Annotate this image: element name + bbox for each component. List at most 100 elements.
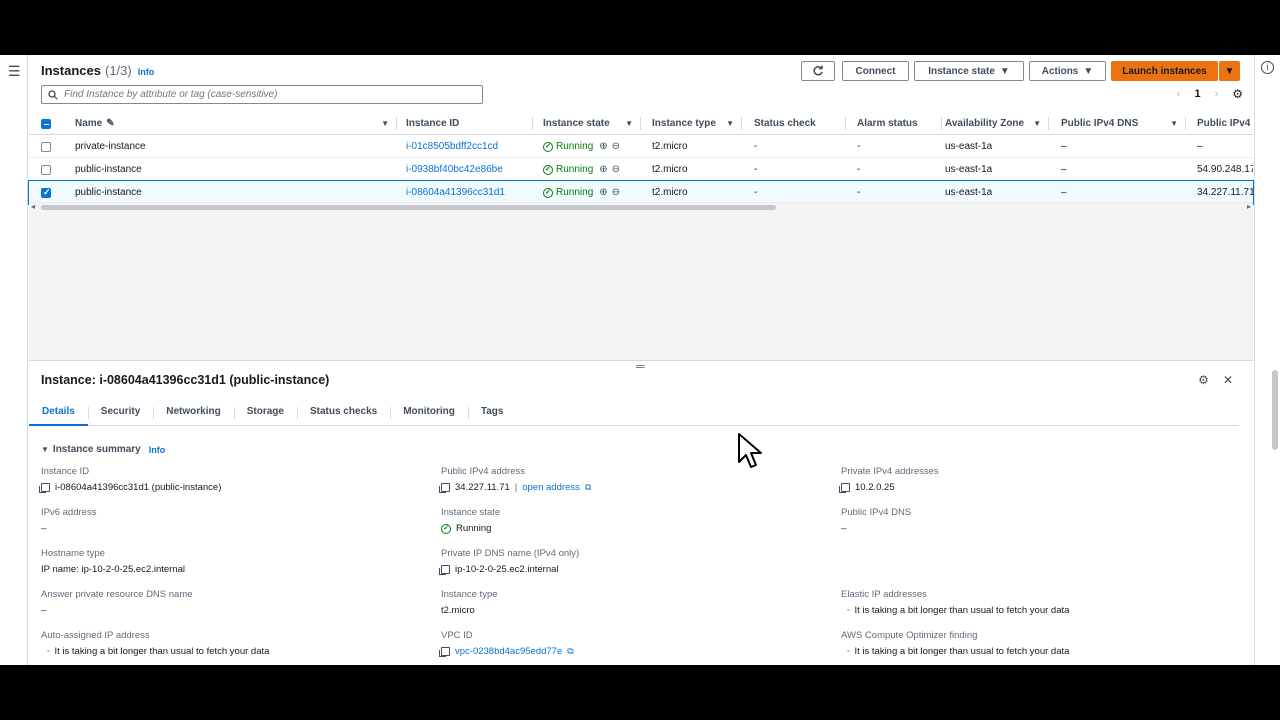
instance-summary-header[interactable]: ▼ Instance summary Info [41,444,165,455]
col-status-label: Status check [754,118,816,129]
copy-icon[interactable] [439,647,450,657]
sort-down-icon[interactable]: ▼ [1170,119,1178,128]
instances-title: Instances [41,63,101,78]
horizontal-scrollbar[interactable]: ◂ ▸ [29,202,1253,212]
zoom-out-icon[interactable]: ⊖ [612,187,620,198]
col-public-dns[interactable]: Public IPv4 DNS ▼ [1061,112,1186,135]
field-hostname-type: Hostname type IP name: ip-10-2-0-25.ec2.… [41,548,185,575]
instance-id-link[interactable]: i-01c8505bdff2cc1cd [406,135,533,158]
col-name[interactable]: Name ✎ ▼ [75,112,397,135]
table-row-selected[interactable]: public-instance i-08604a41396cc31d1 ✓Run… [28,180,1254,205]
zoom-in-icon[interactable]: ⊕ [599,141,607,152]
public-ipv4: – [1197,141,1203,152]
col-state-label: Instance state [543,118,610,129]
row-checkbox[interactable] [41,141,51,152]
scrollbar-thumb[interactable] [41,205,776,210]
search-input[interactable] [64,89,464,100]
field-value: 10.2.0.25 [855,482,895,493]
field-label: Elastic IP addresses [841,589,927,600]
caret-down-icon: ▼ [999,65,1010,77]
connect-button[interactable]: Connect [842,61,909,81]
gear-icon[interactable]: ⚙ [1198,373,1209,387]
field-value: It is taking a bit longer than usual to … [854,605,1070,616]
field-label: Instance state [441,507,501,518]
sort-down-icon[interactable]: ▼ [1033,119,1041,128]
info-link[interactable]: Info [138,67,155,77]
instance-id-link[interactable]: i-0938bf40bc42e86be [406,158,533,181]
col-public-ipv4[interactable]: Public IPv4 ... [1197,112,1253,135]
copy-icon[interactable] [839,483,850,493]
menu-icon[interactable]: ☰ [8,63,21,80]
tab-details[interactable]: Details [29,401,88,426]
tab-networking[interactable]: Networking [153,401,233,426]
chevron-left-icon[interactable]: ‹ [1177,88,1181,100]
col-availability-zone[interactable]: Availability Zone ▼ [945,112,1049,135]
details-title: Instance: i-08604a41396cc31d1 (public-in… [41,373,330,387]
chevron-right-icon[interactable]: › [1215,88,1219,100]
scroll-left-icon[interactable]: ◂ [31,202,35,211]
field-private-ipv4: Private IPv4 addresses 10.2.0.25 [839,466,939,493]
sort-down-icon[interactable]: ▼ [625,119,633,128]
vpc-id-link[interactable]: vpc-0238bd4ac95edd77e [455,646,562,657]
col-status-check[interactable]: Status check [754,112,846,135]
row-checkbox-checked[interactable] [41,187,51,198]
zoom-in-icon[interactable]: ⊕ [599,187,607,198]
tab-security[interactable]: Security [87,401,153,426]
right-utility-rail: i [1254,55,1280,665]
search-field[interactable] [41,85,483,104]
page-number[interactable]: 1 [1194,88,1200,100]
refresh-button[interactable] [801,61,835,81]
details-panel: ═ Instance: i-08604a41396cc31d1 (public-… [29,359,1253,665]
field-private-dns: Private IP DNS name (IPv4 only) ip-10-2-… [439,548,580,575]
sort-down-icon[interactable]: ▼ [726,119,734,128]
tab-status-checks[interactable]: Status checks [296,401,390,426]
public-dns: – [1061,187,1067,198]
status-check: - [754,164,758,175]
copy-icon[interactable] [439,483,450,493]
col-instance-state[interactable]: Instance state ▼ [543,112,641,135]
external-link-icon[interactable]: ⧉ [585,482,591,493]
table-row[interactable]: private-instance i-01c8505bdff2cc1cd ✓ Ru… [29,135,1253,158]
copy-icon[interactable] [439,565,450,575]
resize-handle-icon[interactable]: ═ [636,359,645,373]
col-alarm-status[interactable]: Alarm status [857,112,942,135]
tab-storage[interactable]: Storage [233,401,297,426]
tab-tags[interactable]: Tags [467,401,517,426]
gear-icon[interactable]: ⚙ [1232,87,1243,101]
scroll-right-icon[interactable]: ▸ [1247,202,1251,211]
mouse-cursor-icon [738,433,762,468]
row-checkbox[interactable] [41,164,51,175]
loading-icon: ◦ [47,648,50,655]
field-value: t2.micro [441,605,475,616]
launch-dropdown-button[interactable]: ▼ [1219,61,1240,81]
zoom-out-icon[interactable]: ⊖ [612,141,620,152]
copy-icon[interactable] [39,483,50,493]
col-instance-type[interactable]: Instance type ▼ [652,112,742,135]
field-label: Private IP DNS name (IPv4 only) [441,548,580,559]
info-circle-icon[interactable]: i [1261,61,1274,74]
actions-button[interactable]: Actions ▼ [1029,61,1106,81]
instance-state-button[interactable]: Instance state ▼ [914,61,1024,81]
tab-monitoring[interactable]: Monitoring [390,401,468,426]
instance-id-link[interactable]: i-08604a41396cc31d1 [406,181,533,204]
select-all-checkbox-cell[interactable] [41,112,61,135]
open-address-link[interactable]: open address [522,482,580,493]
select-all-checkbox[interactable] [41,118,51,129]
status-check: - [754,141,758,152]
close-icon[interactable]: ✕ [1223,373,1233,387]
col-instance-id[interactable]: Instance ID [406,112,533,135]
launch-instances-button[interactable]: Launch instances [1111,61,1218,81]
sort-down-icon[interactable]: ▼ [381,119,389,128]
zoom-in-icon[interactable]: ⊕ [599,164,607,175]
external-link-icon[interactable]: ⧉ [567,646,573,657]
col-ipv4-label: Public IPv4 ... [1197,118,1253,129]
vertical-scrollbar[interactable] [1270,370,1280,660]
scrollbar-thumb[interactable] [1272,370,1278,450]
table-row[interactable]: public-instance i-0938bf40bc42e86be ✓ Run… [29,158,1253,181]
zoom-out-icon[interactable]: ⊖ [612,164,620,175]
check-circle-icon: ✓ [543,141,553,152]
info-link[interactable]: Info [149,445,166,455]
launch-label: Launch instances [1122,65,1207,77]
field-instance-state: Instance state ✓ Running [441,507,500,534]
availability-zone: us-east-1a [945,141,993,152]
